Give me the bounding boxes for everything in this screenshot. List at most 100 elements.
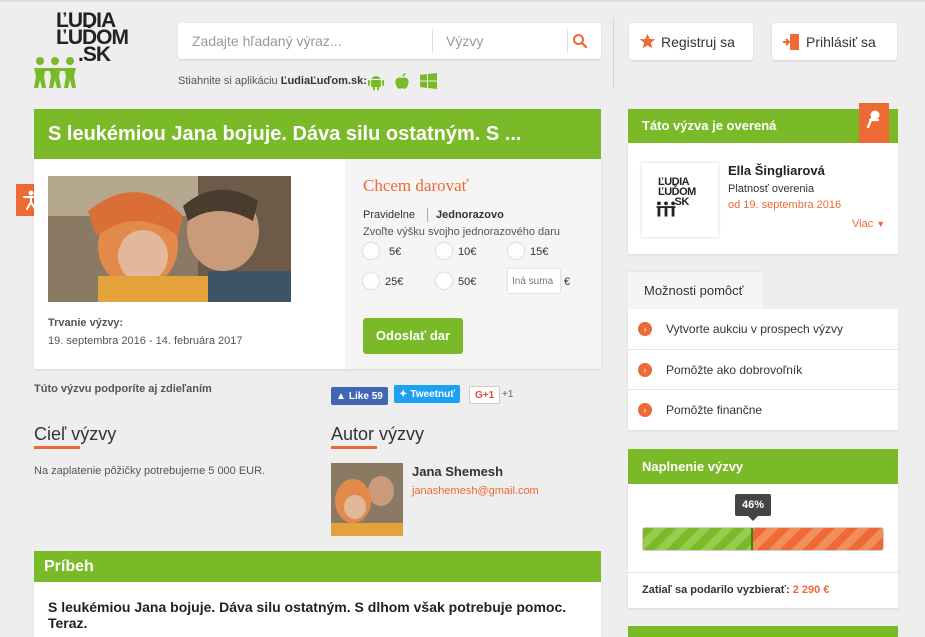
badge-pointer	[748, 516, 758, 521]
author-email-link[interactable]: janashemesh@gmail.com	[412, 485, 539, 497]
progress-panel: 46% Zatiaľ sa podarilo vyzbierať: 2 290 …	[628, 484, 898, 608]
login-label: Prihlásiť sa	[806, 33, 876, 50]
author-underline	[331, 446, 377, 449]
raised-line: Zatiaľ sa podarilo vyzbierať: 2 290 €	[642, 584, 829, 596]
login-door-icon	[783, 33, 799, 50]
next-card-heading	[628, 626, 898, 637]
help-item-volunteer[interactable]: › Pomôžte ako dobrovoľník	[628, 349, 898, 389]
donate-once-option[interactable]: Jednorazovo	[436, 209, 504, 221]
site-logo[interactable]: ĽUDIA ĽUĎOM .SK	[30, 10, 140, 92]
raised-label: Zatiaľ sa podarilo vyzbierať:	[642, 584, 790, 596]
chevron-right-icon: ›	[638, 362, 652, 377]
chevron-down-icon: ▼	[876, 219, 886, 229]
header-separator	[613, 18, 614, 88]
star-icon	[639, 33, 656, 49]
amount-radio-50[interactable]	[436, 273, 452, 289]
submit-donation-button[interactable]: Odoslať dar	[363, 318, 463, 354]
tab-help-options[interactable]: Možnosti pomôcť	[628, 272, 763, 309]
validity-label: Platnosť overenia	[728, 183, 815, 195]
search-bar: Výzvy	[178, 23, 601, 59]
custom-currency: €	[564, 276, 571, 288]
story-panel: S leukémiou Jana bojuje. Dáva silu ostat…	[34, 582, 601, 637]
amount-radio-15[interactable]	[508, 243, 524, 259]
app-prefix-text: Stiahnite si aplikáciu	[178, 75, 278, 87]
pin-icon	[866, 110, 880, 129]
register-button[interactable]: Registruj sa	[629, 23, 753, 60]
story-lead: S leukémiou Jana bojuje. Dáva silu ostat…	[48, 599, 567, 631]
challenge-panel: Trvanie výzvy: 19. septembra 2016 - 14. …	[34, 159, 601, 369]
twitter-tweet-button[interactable]: ✦ Tweetnuť	[394, 385, 460, 403]
author-avatar[interactable]	[331, 463, 403, 536]
donate-instruction: Zvoľte výšku svojho jednorazového daru	[363, 226, 561, 238]
windows-icon[interactable]	[420, 73, 437, 89]
login-button[interactable]: Prihlásiť sa	[772, 23, 897, 60]
option-divider	[427, 208, 428, 222]
progress-percent-badge: 46%	[735, 494, 771, 516]
verified-more-link[interactable]: Viac ▼	[852, 218, 885, 230]
top-border	[0, 0, 925, 2]
amount-label-15: 15€	[530, 246, 549, 258]
donate-heading: Chcem darovať	[363, 176, 469, 195]
logo-people-icon	[34, 57, 76, 88]
help-item-label: Pomôžte ako dobrovoľník	[666, 362, 803, 377]
amount-radio-25[interactable]	[363, 273, 379, 289]
challenge-photo[interactable]	[48, 176, 291, 302]
duration-label: Trvanie výzvy:	[48, 317, 124, 329]
facebook-thumb-icon: ▲	[336, 390, 346, 402]
search-input[interactable]	[178, 23, 432, 59]
progress-divider	[628, 572, 898, 573]
fb-like-count: 59	[371, 390, 383, 402]
validity-date: od 19. septembra 2016	[728, 199, 842, 211]
apple-icon[interactable]	[394, 72, 410, 90]
chevron-right-icon: ›	[638, 402, 652, 417]
app-download-line: Stiahnite si aplikáciu ĽudiaĽuďom.sk:	[178, 75, 367, 87]
raised-value: 2 290 €	[792, 584, 830, 596]
goal-underline	[34, 446, 80, 449]
verifier-people-icon	[656, 201, 676, 217]
progress-heading: Naplnenie výzvy	[628, 449, 898, 484]
donate-box: Chcem darovať Pravidelne Jednorazovo Zvo…	[345, 159, 601, 369]
register-label: Registruj sa	[661, 33, 735, 50]
verifier-logo: ĽUDIA ĽUĎOM .SK	[642, 163, 718, 237]
help-item-label: Pomôžte finančne	[666, 402, 763, 417]
gplus-count: +1	[502, 389, 514, 400]
gplus-button[interactable]: G+1	[469, 386, 501, 404]
author-name: Jana Shemesh	[412, 464, 504, 479]
challenge-title: S leukémiou Jana bojuje. Dáva silu ostat…	[34, 109, 601, 159]
progress-bar	[642, 527, 884, 551]
amount-label-10: 10€	[458, 246, 477, 258]
duration-value: 19. septembra 2016 - 14. februára 2017	[48, 335, 243, 347]
share-text: Túto výzvu podporíte aj zdieľaním	[34, 383, 212, 395]
goal-heading: Cieľ výzvy	[34, 424, 117, 444]
search-icon[interactable]	[572, 33, 588, 49]
amount-radio-5[interactable]	[363, 243, 379, 259]
amount-label-25: 25€	[385, 276, 404, 288]
amount-label-50: 50€	[458, 276, 477, 288]
author-heading: Autor výzvy	[331, 424, 425, 444]
custom-amount-input[interactable]	[508, 269, 560, 293]
search-divider-2	[567, 29, 568, 53]
app-name-text: ĽudiaĽuďom.sk:	[280, 75, 367, 87]
facebook-like-button[interactable]: ▲ Like 59	[331, 387, 388, 405]
more-label: Viac	[852, 218, 874, 230]
fb-like-label: Like	[348, 390, 369, 402]
help-item-auction[interactable]: › Vytvorte aukciu v prospech výzvy	[628, 309, 898, 349]
amount-radio-10[interactable]	[436, 243, 452, 259]
android-icon[interactable]	[368, 72, 384, 90]
verified-panel: ĽUDIA ĽUĎOM .SK Ella Šingliarová Platnos…	[628, 143, 898, 254]
search-divider	[432, 29, 433, 53]
verifier-name: Ella Šingliarová	[728, 163, 825, 178]
help-item-label: Vytvorte aukciu v prospech výzvy	[666, 322, 843, 336]
verified-ribbon	[859, 103, 889, 143]
tweet-label: Tweetnuť	[410, 388, 455, 400]
help-panel: › Vytvorte aukciu v prospech výzvy › Pom…	[628, 309, 898, 430]
goal-text: Na zaplatenie pôžičky potrebujeme 5 000 …	[34, 465, 266, 477]
twitter-bird-icon: ✦	[399, 388, 408, 400]
help-item-financial[interactable]: › Pomôžte finančne	[628, 389, 898, 429]
amount-label-5: 5€	[389, 246, 402, 258]
chevron-right-icon: ›	[638, 322, 652, 336]
verified-heading: Táto výzva je overená	[628, 109, 898, 143]
search-category-select[interactable]: Výzvy	[446, 33, 483, 49]
donate-regular-option[interactable]: Pravidelne	[363, 209, 415, 221]
story-heading: Príbeh	[34, 551, 601, 582]
